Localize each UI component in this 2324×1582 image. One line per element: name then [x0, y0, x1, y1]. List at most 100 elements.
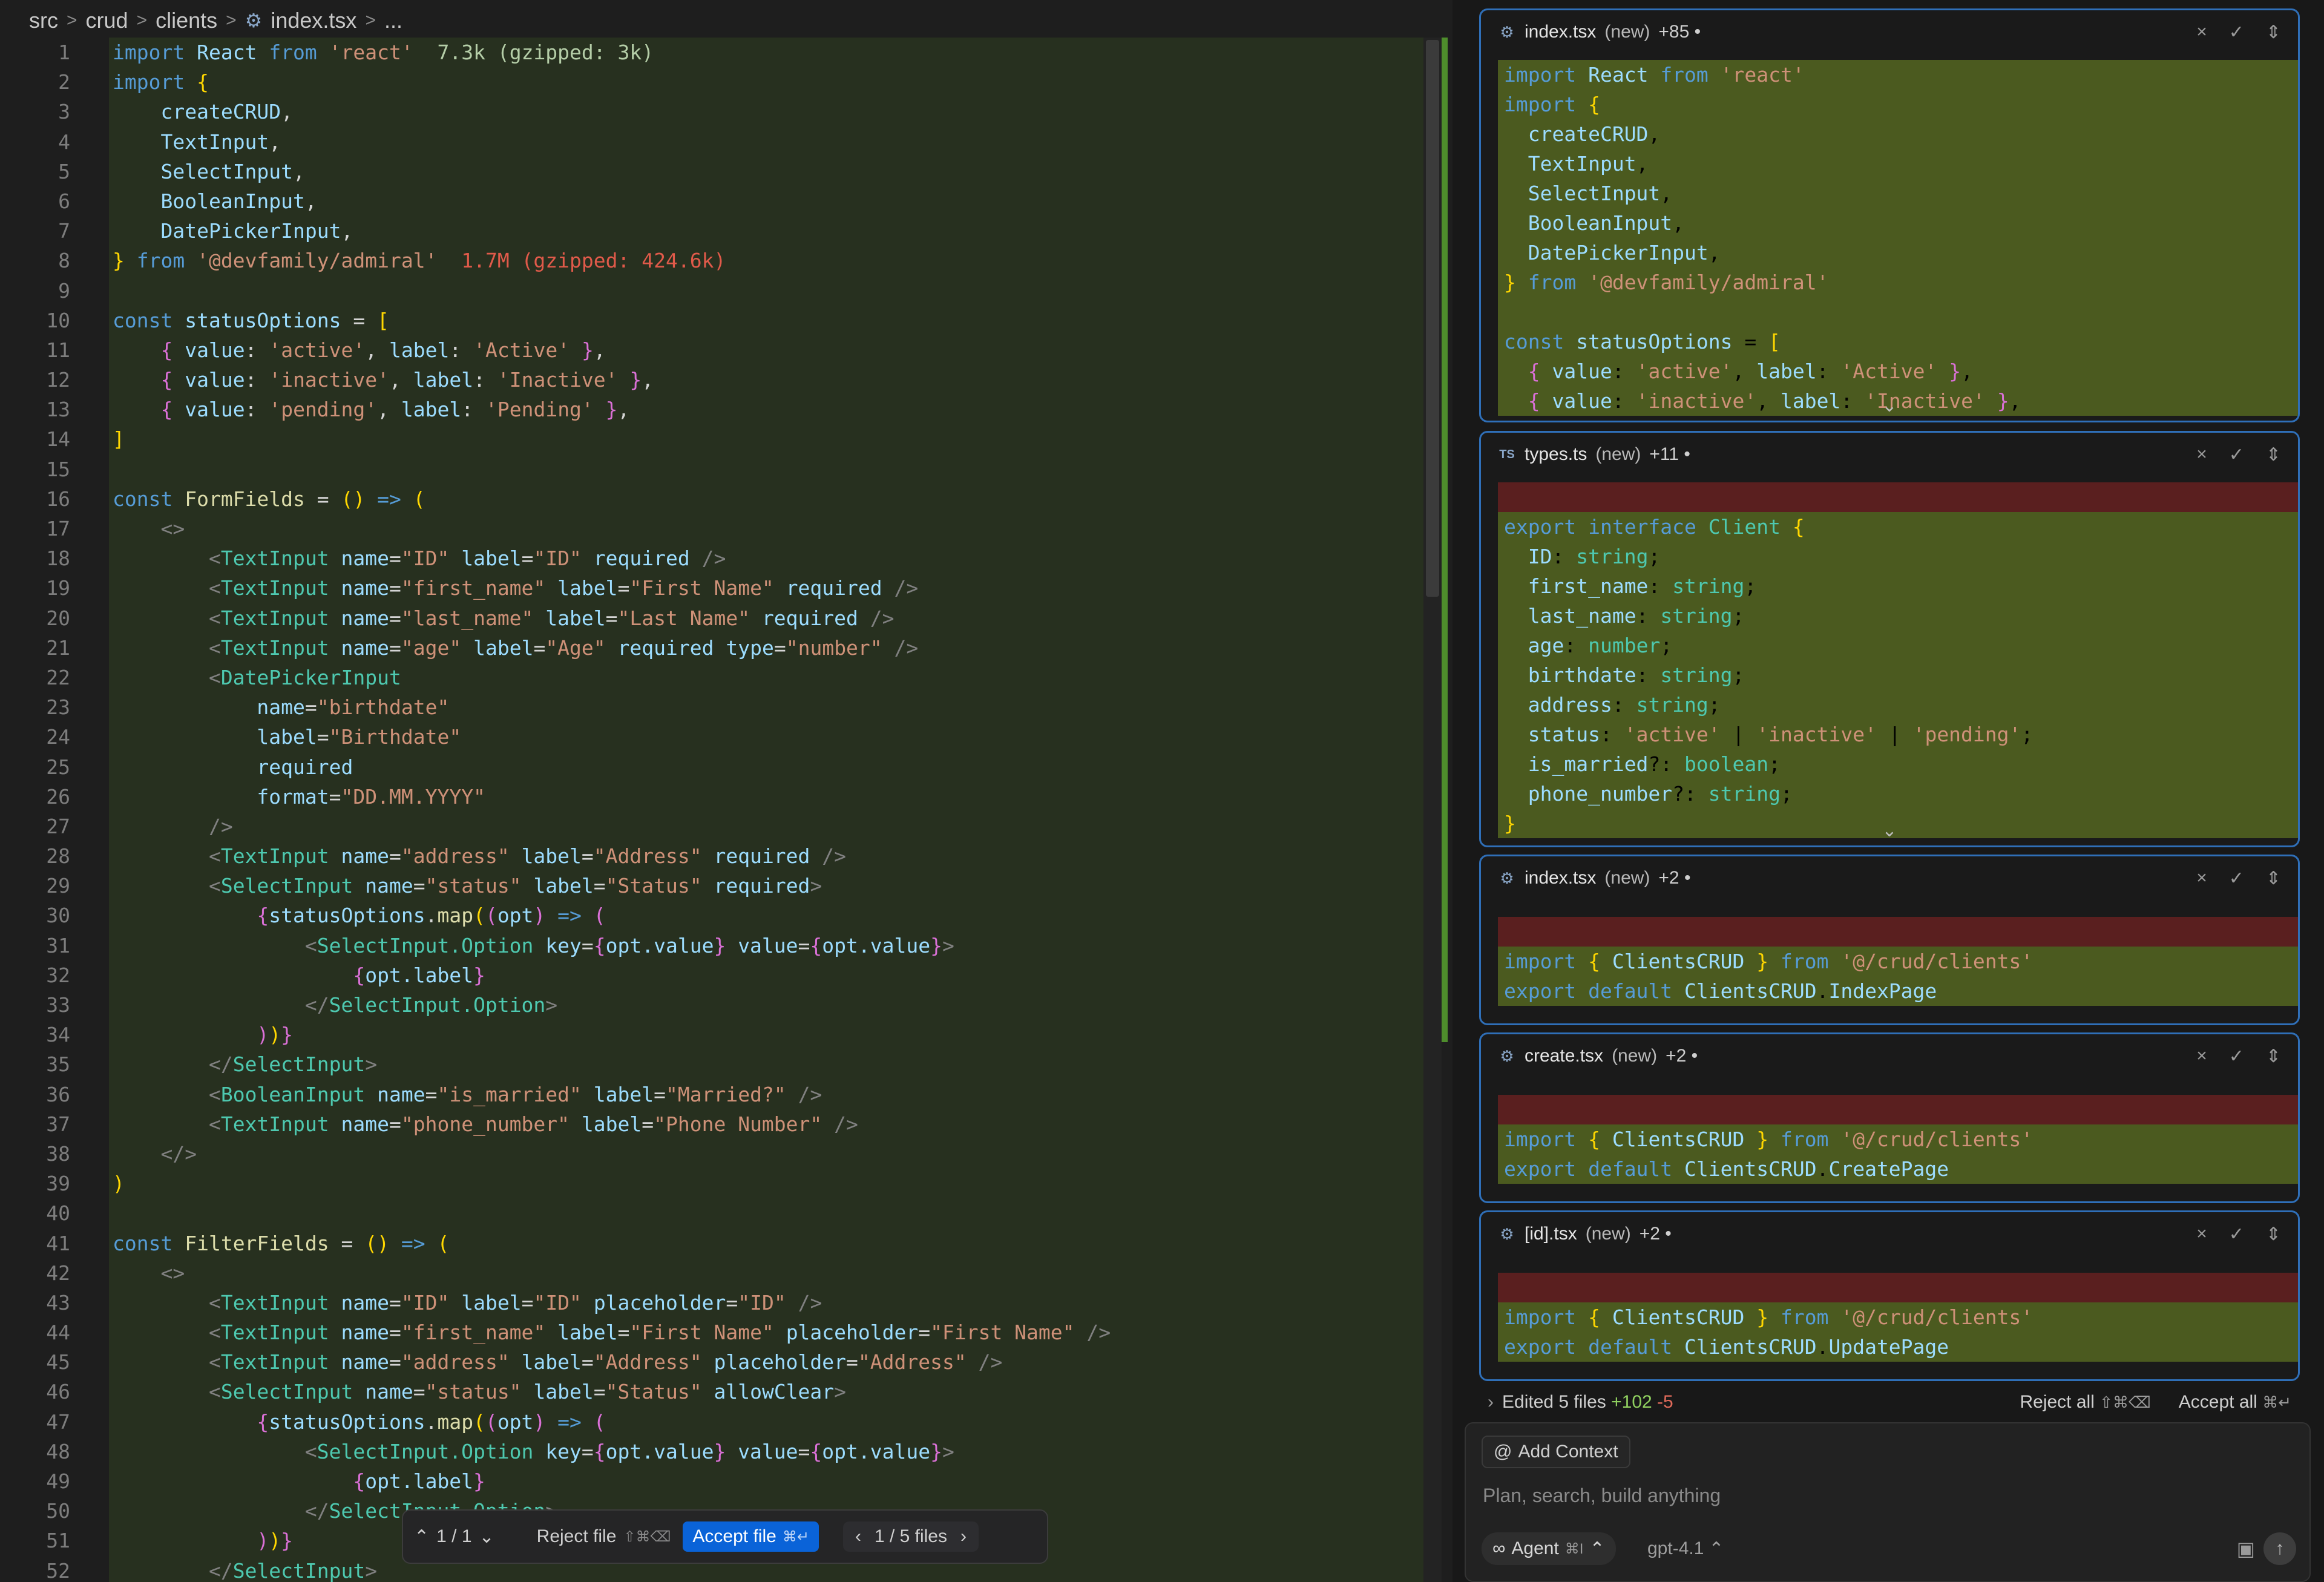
close-icon[interactable]: × — [2196, 1224, 2207, 1245]
accept-all-button[interactable]: Accept all ⌘↵ — [2179, 1392, 2291, 1413]
code-line[interactable]: 13 { value: 'pending', label: 'Pending' … — [0, 395, 1440, 424]
breadcrumb-item-src[interactable]: src — [29, 8, 58, 33]
code-line[interactable]: 46 <SelectInput name="status" label="Sta… — [0, 1377, 1440, 1406]
code-line[interactable]: 33 </SelectInput.Option> — [0, 990, 1440, 1020]
code-line[interactable]: 45 <TextInput name="address" label="Addr… — [0, 1347, 1440, 1377]
code-line[interactable]: 23 name="birthdate" — [0, 692, 1440, 722]
code-line[interactable]: 29 <SelectInput name="status" label="Sta… — [0, 871, 1440, 901]
diff-card-body[interactable]: import { ClientsCRUD } from '@/crud/clie… — [1498, 1273, 2298, 1362]
reject-all-button[interactable]: Reject all ⇧⌘⌫ — [2020, 1392, 2150, 1413]
code-line[interactable]: 16 const FormFields = () => ( — [0, 484, 1440, 514]
close-icon[interactable]: × — [2196, 444, 2207, 465]
diff-card-header[interactable]: ⚙ [id].tsx (new) +2 • × ✓ ⇕ — [1481, 1212, 2298, 1256]
code-line[interactable]: 5 SelectInput, — [0, 157, 1440, 186]
close-icon[interactable]: × — [2196, 868, 2207, 889]
diff-card[interactable]: ⚙ [id].tsx (new) +2 • × ✓ ⇕ import { ClientsCR… — [1479, 1210, 2300, 1381]
code-line[interactable]: 36 <BooleanInput name="is_married" label… — [0, 1080, 1440, 1109]
code-line[interactable]: 14] — [0, 424, 1440, 454]
expand-icon[interactable]: ⇕ — [2266, 444, 2281, 465]
code-line[interactable]: 26 format="DD.MM.YYYY" — [0, 782, 1440, 812]
code-line[interactable]: 40 — [0, 1198, 1440, 1228]
expand-icon[interactable]: ⇕ — [2266, 868, 2281, 889]
diff-card-header[interactable]: ⚙ create.tsx (new) +2 • × ✓ ⇕ — [1481, 1034, 2298, 1078]
add-context-button[interactable]: @ Add Context — [1482, 1436, 1630, 1468]
code-line[interactable]: 20 <TextInput name="last_name" label="La… — [0, 603, 1440, 633]
code-line[interactable]: 41 const FilterFields = () => ( — [0, 1229, 1440, 1258]
code-editor[interactable]: src > crud > clients > ⚙ index.tsx > ...… — [0, 0, 1452, 1582]
code-line[interactable]: 11 { value: 'active', label: 'Active' }, — [0, 335, 1440, 365]
diff-card-body[interactable]: import { ClientsCRUD } from '@/crud/clie… — [1498, 1095, 2298, 1184]
diff-card[interactable]: TS types.ts (new) +11 • × ✓ ⇕ export interface… — [1479, 431, 2300, 847]
code-line[interactable]: 25 required — [0, 752, 1440, 782]
chevron-left-icon[interactable]: ‹ — [855, 1526, 861, 1547]
hunk-navigator[interactable]: ⌃ 1 / 1 ⌄ — [414, 1526, 494, 1548]
code-line[interactable]: 35 </SelectInput> — [0, 1049, 1440, 1079]
code-line[interactable]: 48 <SelectInput.Option key={opt.value} v… — [0, 1437, 1440, 1466]
code-line[interactable]: 21 <TextInput name="age" label="Age" req… — [0, 633, 1440, 663]
code-line[interactable]: 6 BooleanInput, — [0, 186, 1440, 216]
breadcrumb-item-crud[interactable]: crud — [86, 8, 128, 33]
chevron-right-icon[interactable]: › — [1488, 1392, 1494, 1413]
code-lines[interactable]: 1 import React from 'react' 7.3k (gzipped… — [0, 38, 1440, 1582]
code-line[interactable]: 8} from '@devfamily/admiral' 1.7M (gzipp… — [0, 246, 1440, 275]
diff-card-body[interactable]: import React from 'react' import { create… — [1498, 60, 2298, 416]
check-icon[interactable]: ✓ — [2229, 1224, 2244, 1245]
editor-scrollbar-thumb[interactable] — [1426, 40, 1439, 597]
close-icon[interactable]: × — [2196, 22, 2207, 43]
code-line[interactable]: 1 import React from 'react' 7.3k (gzipped… — [0, 38, 1440, 67]
diff-card[interactable]: ⚙ index.tsx (new) +85 • × ✓ ⇕ import React from… — [1479, 8, 2300, 422]
breadcrumb-item-more[interactable]: ... — [384, 8, 402, 33]
check-icon[interactable]: ✓ — [2229, 22, 2244, 43]
chat-input[interactable] — [1482, 1477, 2283, 1514]
chevron-down-icon[interactable]: ⌄ — [1481, 820, 2298, 841]
diff-card-header[interactable]: ⚙ index.tsx (new) +2 • × ✓ ⇕ — [1481, 856, 2298, 900]
code-line[interactable]: 49 {opt.label} — [0, 1466, 1440, 1496]
code-line[interactable]: 22 <DatePickerInput — [0, 663, 1440, 692]
check-icon[interactable]: ✓ — [2229, 868, 2244, 889]
image-icon[interactable]: ▣ — [2237, 1537, 2255, 1560]
expand-icon[interactable]: ⇕ — [2266, 22, 2281, 43]
agent-mode-selector[interactable]: ∞ Agent ⌘I ⌃ — [1482, 1532, 1616, 1565]
reject-file-button[interactable]: Reject file ⇧⌘⌫ — [537, 1526, 671, 1547]
code-line[interactable]: 7 DatePickerInput, — [0, 216, 1440, 246]
code-line[interactable]: 3 createCRUD, — [0, 97, 1440, 126]
model-selector[interactable]: gpt-4.1 ⌃ — [1641, 1532, 1730, 1565]
code-line[interactable]: 2 import { — [0, 67, 1440, 97]
breadcrumb-item-clients[interactable]: clients — [156, 8, 217, 33]
code-line[interactable]: 47 {statusOptions.map((opt) => ( — [0, 1407, 1440, 1437]
code-line[interactable]: 18 <TextInput name="ID" label="ID" requi… — [0, 543, 1440, 573]
chevron-right-icon[interactable]: › — [960, 1526, 967, 1547]
diff-card-body[interactable]: export interface Client { ID: string; fi… — [1498, 482, 2298, 838]
chevron-down-icon[interactable]: ⌄ — [479, 1526, 494, 1548]
code-line[interactable]: 30 {statusOptions.map((opt) => ( — [0, 901, 1440, 930]
code-line[interactable]: 27 /> — [0, 812, 1440, 841]
code-line[interactable]: 12 { value: 'inactive', label: 'Inactive… — [0, 365, 1440, 395]
diff-card[interactable]: ⚙ index.tsx (new) +2 • × ✓ ⇕ import { ClientsC… — [1479, 855, 2300, 1025]
diff-card-header[interactable]: ⚙ index.tsx (new) +85 • × ✓ ⇕ — [1481, 10, 2298, 54]
code-line[interactable]: 38 </> — [0, 1139, 1440, 1169]
code-line[interactable]: 15 — [0, 455, 1440, 484]
send-button[interactable]: ↑ — [2263, 1532, 2296, 1565]
close-icon[interactable]: × — [2196, 1046, 2207, 1067]
accept-file-button[interactable]: Accept file ⌘↵ — [683, 1521, 819, 1552]
code-line[interactable]: 28 <TextInput name="address" label="Addr… — [0, 841, 1440, 871]
code-line[interactable]: 32 {opt.label} — [0, 960, 1440, 990]
expand-icon[interactable]: ⇕ — [2266, 1224, 2281, 1245]
code-line[interactable]: 19 <TextInput name="first_name" label="F… — [0, 573, 1440, 603]
code-line[interactable]: 10 const statusOptions = [ — [0, 306, 1440, 335]
check-icon[interactable]: ✓ — [2229, 1046, 2244, 1067]
diff-card[interactable]: ⚙ create.tsx (new) +2 • × ✓ ⇕ import { Clients… — [1479, 1032, 2300, 1203]
code-line[interactable]: 37 <TextInput name="phone_number" label=… — [0, 1109, 1440, 1139]
chevron-up-icon[interactable]: ⌃ — [414, 1526, 429, 1548]
code-line[interactable]: 34 ))} — [0, 1020, 1440, 1049]
edited-files-summary[interactable]: › Edited 5 files +102 -5 Reject all ⇧⌘⌫ … — [1479, 1382, 2300, 1422]
code-line[interactable]: 24 label="Birthdate" — [0, 722, 1440, 752]
code-line[interactable]: 43 <TextInput name="ID" label="ID" place… — [0, 1288, 1440, 1318]
chevron-down-icon[interactable]: ⌄ — [1481, 395, 2298, 416]
code-line[interactable]: 44 <TextInput name="first_name" label="F… — [0, 1318, 1440, 1347]
code-line[interactable]: 4 TextInput, — [0, 127, 1440, 157]
expand-icon[interactable]: ⇕ — [2266, 1046, 2281, 1067]
breadcrumb-item-file[interactable]: index.tsx — [271, 8, 356, 33]
code-line[interactable]: 42 <> — [0, 1258, 1440, 1288]
diff-card-body[interactable]: import { ClientsCRUD } from '@/crud/clie… — [1498, 917, 2298, 1006]
